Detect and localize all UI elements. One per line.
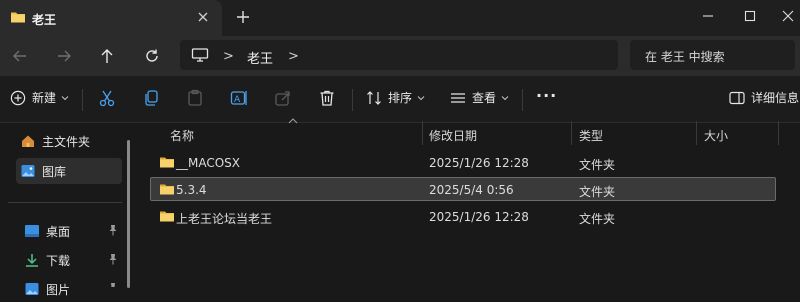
new-button[interactable]: 新建 [10, 89, 69, 106]
sidebar-item-label: 桌面 [46, 224, 71, 239]
column-divider[interactable] [571, 121, 572, 145]
toolbar-divider [352, 89, 353, 111]
sidebar-item-pictures[interactable]: 图片 [24, 276, 122, 302]
desktop-icon [24, 224, 40, 238]
details-label: 详细信息 [751, 91, 800, 105]
column-divider[interactable] [422, 121, 423, 145]
up-icon[interactable] [93, 44, 121, 68]
close-icon[interactable] [768, 4, 800, 28]
copy-icon[interactable] [142, 89, 160, 107]
view-label: 查看 [472, 91, 497, 105]
tab-close-icon[interactable] [196, 10, 210, 24]
rename-icon[interactable]: A [230, 89, 248, 107]
plus-circle-icon [10, 90, 26, 106]
column-divider[interactable] [696, 121, 697, 145]
column-divider[interactable] [778, 121, 779, 145]
new-tab-icon[interactable] [236, 10, 250, 24]
details-pane-button[interactable]: 详细信息 [729, 89, 799, 106]
maximize-icon[interactable] [730, 4, 770, 28]
search-placeholder[interactable]: 在 老王 中搜索 [645, 48, 725, 65]
minimize-icon[interactable] [688, 4, 728, 28]
download-icon [24, 252, 40, 268]
sidebar-item-gallery[interactable]: 图库 [16, 158, 122, 184]
delete-icon[interactable] [318, 89, 336, 107]
file-modified: 2025/5/4 0:56 [429, 183, 514, 197]
back-icon[interactable] [6, 44, 34, 68]
pin-icon[interactable] [108, 282, 118, 288]
folder-icon [10, 10, 26, 24]
home-icon [20, 133, 36, 149]
paste-icon[interactable] [186, 89, 204, 107]
sort-ascending-icon [288, 118, 298, 124]
folder-icon [159, 209, 175, 223]
view-button[interactable]: 查看 [450, 89, 509, 106]
refresh-icon[interactable] [138, 44, 166, 68]
column-header-size[interactable]: 大小 [704, 127, 728, 144]
sort-button[interactable]: 排序 [366, 89, 425, 106]
file-name[interactable]: 5.3.4 [176, 183, 207, 197]
breadcrumb-separator[interactable]: > [223, 49, 234, 64]
sort-label: 排序 [388, 91, 413, 105]
details-pane-icon [729, 91, 745, 105]
gallery-icon [20, 163, 36, 179]
file-type: 文件夹 [579, 158, 616, 172]
computer-icon[interactable] [191, 48, 209, 62]
chevron-down-icon [61, 95, 69, 101]
sidebar-item-label: 图库 [42, 164, 67, 179]
breadcrumb-current[interactable]: 老王 [247, 48, 273, 67]
more-options-icon[interactable]: ··· [536, 86, 557, 105]
pictures-icon [24, 281, 40, 297]
file-name[interactable]: __MACOSX [176, 156, 240, 170]
sidebar-divider [8, 202, 122, 203]
sidebar-item-label: 下载 [46, 253, 71, 268]
new-label: 新建 [32, 91, 57, 105]
column-header-name[interactable]: 名称 [170, 127, 194, 144]
breadcrumb-separator[interactable]: > [288, 49, 299, 64]
view-list-icon [450, 90, 466, 106]
sidebar-scrollbar[interactable] [127, 140, 130, 288]
forward-icon[interactable] [50, 44, 78, 68]
chevron-down-icon [501, 95, 509, 101]
sort-icon [366, 90, 382, 106]
column-header-type[interactable]: 类型 [579, 127, 603, 144]
pin-icon[interactable] [108, 224, 118, 236]
file-type: 文件夹 [579, 212, 616, 226]
tab-title: 老王 [32, 13, 57, 27]
sidebar-item-label: 主文件夹 [42, 134, 91, 149]
address-bar[interactable] [180, 40, 618, 70]
file-modified: 2025/1/26 12:28 [429, 210, 529, 224]
chevron-down-icon [417, 95, 425, 101]
file-type: 文件夹 [579, 185, 616, 199]
folder-icon [159, 155, 175, 169]
file-name[interactable]: 上老王论坛当老王 [176, 210, 272, 227]
sidebar-item-label: 图片 [46, 282, 71, 297]
column-header-modified[interactable]: 修改日期 [429, 127, 477, 144]
svg-text:A: A [234, 95, 241, 105]
toolbar-divider [82, 89, 83, 111]
sidebar-item-home[interactable]: 主文件夹 [20, 128, 122, 154]
pin-icon[interactable] [108, 253, 118, 265]
folder-icon [159, 182, 175, 196]
file-modified: 2025/1/26 12:28 [429, 156, 529, 170]
share-icon[interactable] [274, 89, 292, 107]
toolbar-divider [522, 89, 523, 111]
cut-icon[interactable] [98, 89, 116, 107]
